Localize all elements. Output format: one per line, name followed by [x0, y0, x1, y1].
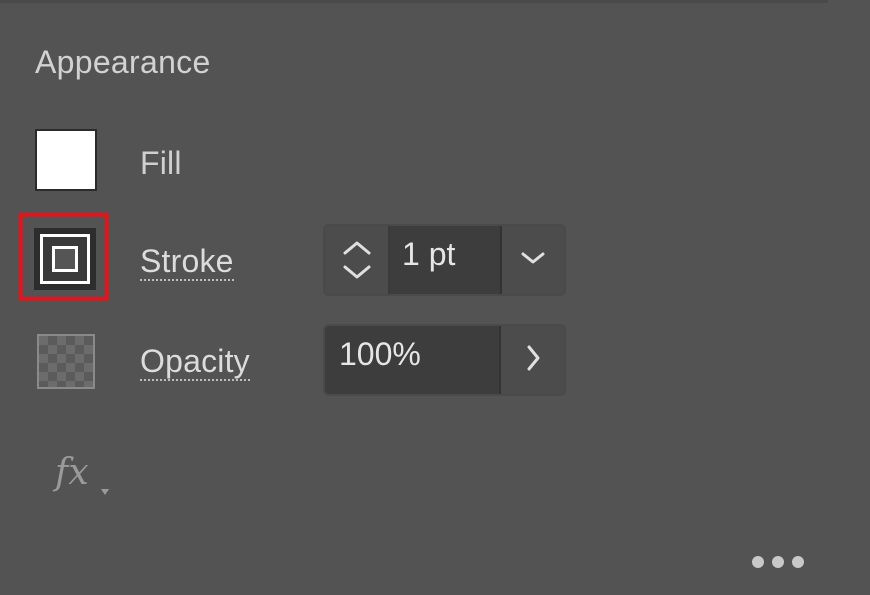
opacity-flyout-button[interactable] — [501, 326, 564, 394]
dot — [752, 556, 764, 568]
chevron-up-icon[interactable] — [342, 240, 372, 256]
opacity-swatch[interactable] — [37, 334, 95, 389]
opacity-label[interactable]: Opacity — [140, 343, 250, 381]
stroke-weight-input[interactable]: 1 pt — [390, 226, 502, 294]
caret-down-icon — [101, 489, 109, 495]
chevron-down-icon — [520, 250, 546, 271]
stroke-weight-dropdown-button[interactable] — [502, 226, 564, 294]
chevron-down-icon[interactable] — [342, 264, 372, 280]
dot — [792, 556, 804, 568]
stroke-swatch[interactable] — [34, 228, 96, 290]
fx-label: fx — [55, 452, 89, 493]
stroke-label-text[interactable]: Stroke — [140, 243, 234, 281]
stroke-weight-control: 1 pt — [323, 224, 566, 296]
stroke-weight-stepper[interactable] — [325, 226, 390, 294]
dot — [772, 556, 784, 568]
top-divider — [0, 0, 828, 3]
opacity-input[interactable]: 100% — [325, 326, 501, 394]
chevron-right-icon — [525, 344, 541, 377]
fill-swatch[interactable] — [35, 129, 97, 191]
panel-title: Appearance — [35, 44, 211, 80]
stroke-label[interactable]: Stroke — [140, 243, 234, 281]
more-options-icon[interactable] — [752, 552, 804, 572]
opacity-control: 100% — [323, 324, 566, 396]
fill-label[interactable]: Fill — [140, 145, 182, 182]
fx-icon[interactable]: fx — [55, 452, 115, 502]
opacity-label-text[interactable]: Opacity — [140, 343, 250, 381]
stroke-swatch-inner — [52, 246, 78, 272]
appearance-panel: Appearance Fill Stroke 1 pt Opacity 100%… — [0, 0, 870, 595]
